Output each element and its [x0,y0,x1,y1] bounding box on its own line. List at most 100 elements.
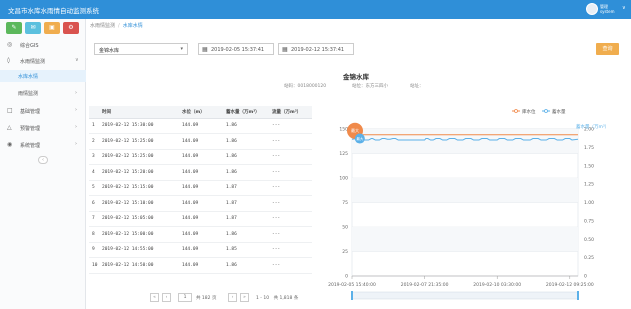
top-header: 文昌市水库水雨情自动监测系统 管理 system ∨ [0,0,631,19]
station-address: 站址： [410,83,424,89]
legend-swatch-dot [544,109,548,113]
sidebar-item-gis[interactable]: ◎ 综合GIS [0,38,86,51]
table-cell: 1.86 [223,133,269,150]
sidebar-collapse-button[interactable]: ‹ [38,156,48,164]
table-cell: 144.09 [179,226,223,243]
x-tick-label: 2019-02-07 21:35:00 [401,282,449,288]
table-cell: --- [269,133,312,150]
table-cell: 1.85 [223,242,269,258]
row-index-cell: 5 [89,180,99,196]
table-cell: 1.86 [223,257,269,274]
column-header[interactable]: 蓄水量（万m³） [223,106,269,119]
sidebar-item-basic[interactable]: □ 基础管理 › [0,104,86,117]
row-index-cell: 7 [89,211,99,227]
x-tick-label: 2019-02-12 09:25:00 [546,282,594,288]
prev-page-button[interactable]: ‹ [162,293,171,302]
app-title: 文昌市水库水雨情自动监测系统 [8,7,99,15]
max-marker-water-level-label: 最大 [351,127,359,133]
first-page-button[interactable]: « [150,293,159,302]
table-row[interactable]: 5 2019-02-12 15:15:00 144.09 1.87 --- [89,180,312,196]
page-number-input[interactable]: 1 [178,293,192,302]
mail-icon[interactable]: ✉ [25,22,41,34]
table-row[interactable]: 4 2019-02-12 15:20:00 144.09 1.86 --- [89,164,312,181]
table-row[interactable]: 2 2019-02-12 15:25:00 144.09 1.86 --- [89,133,312,150]
settings-icon[interactable]: ⚙ [63,22,79,34]
station-select-value: 金锦水库 [99,48,120,54]
table-cell: 2019-02-12 14:50:00 [99,257,179,274]
index-column-header [89,106,99,119]
table-row[interactable]: 9 2019-02-12 14:55:00 144.09 1.85 --- [89,242,312,258]
table-cell: 1.87 [223,211,269,227]
chart-panel: 150 125 100 75 50 25 0 2.00 1.75 1.50 1.25 1.00 0.75… [316,104,624,304]
grid-icon[interactable]: ▣ [44,22,60,34]
y-left-tick-label: 150 [339,127,348,133]
y-right-tick-label: 1.75 [584,145,594,151]
legend-swatch-dot [514,109,518,113]
sidebar: ✎ ✉ ▣ ⚙ ◎ 综合GIS ◊ 水雨情监测 ∨ 水库水情 雨情监测 › □ … [0,19,86,309]
y-left-tick-label: 0 [345,274,348,280]
table-cell: --- [269,195,312,212]
y-right-tick-label: 1.00 [584,200,594,206]
y-left-tick-label: 75 [342,200,348,206]
chevron-right-icon: › [75,141,77,147]
sidebar-subitem-rainfall[interactable]: 雨情监测 › [0,87,86,99]
station-location-label: 站位： [352,84,366,89]
station-location: 站位：东方三四小 [352,83,388,89]
sidebar-item-system[interactable]: ◉ 系统管理 › [0,138,86,151]
sidebar-item-label: 预警管理 [20,126,41,132]
table-row[interactable]: 8 2019-02-12 15:00:00 144.09 1.86 --- [89,226,312,243]
sidebar-subitem-label: 水库水情 [18,74,39,80]
sidebar-subitem-reservoir[interactable]: 水库水情 [0,70,86,82]
user-menu-chevron-icon[interactable]: ∨ [622,5,626,11]
table-cell: 1.87 [223,180,269,196]
caret-down-icon: ▾ [180,46,183,52]
column-header[interactable]: 时间 [99,106,179,119]
date-to-input[interactable]: ▦ 2019-02-12 15:37:41 [278,43,354,55]
table-cell: 2019-02-12 15:05:00 [99,211,179,227]
station-code-value: 0018000120 [297,84,327,89]
user-name[interactable]: 管理 system [600,4,614,14]
table-cell: --- [269,257,312,274]
warning-icon: △ [7,124,12,131]
table-row[interactable]: 1 2019-02-12 15:30:00 144.09 1.86 --- [89,118,312,134]
table-cell: 2019-02-12 15:20:00 [99,164,179,181]
query-button[interactable]: 查询 [596,43,619,55]
sidebar-item-label: 综合GIS [20,43,39,49]
data-table-wrapper: 时间 水位（m） 蓄水量（万m³） 流量（万m³） 1 2019-02-12 15… [89,106,312,274]
sidebar-item-warning[interactable]: △ 预警管理 › [0,121,86,134]
table-cell: 144.09 [179,133,223,150]
table-cell: 144.09 [179,149,223,165]
grid-band [352,178,578,203]
column-header[interactable]: 流量（万m³） [269,106,312,119]
sidebar-item-hydrology[interactable]: ◊ 水雨情监测 ∨ [0,54,86,67]
calendar-icon: ▦ [282,46,288,53]
table-cell: --- [269,180,312,196]
table-row[interactable]: 6 2019-02-12 15:10:00 144.09 1.87 --- [89,195,312,212]
table-cell: 144.09 [179,211,223,227]
legend-label: 库水位 [522,108,536,115]
table-cell: 2019-02-12 15:00:00 [99,226,179,243]
y-right-tick-label: 0 [584,274,587,280]
table-cell: --- [269,118,312,134]
column-header[interactable]: 水位（m） [179,106,223,119]
edit-icon[interactable]: ✎ [6,22,22,34]
table-row[interactable]: 10 2019-02-12 14:50:00 144.09 1.86 --- [89,257,312,274]
sidebar-item-label: 基础管理 [20,109,41,115]
breadcrumb-item[interactable]: 水雨情监测 [90,23,115,29]
table-cell: 144.09 [179,164,223,181]
zoom-slider-handle-left [351,291,353,300]
next-page-button[interactable]: › [228,293,237,302]
row-index-cell: 6 [89,195,99,212]
chevron-right-icon: › [75,124,77,130]
last-page-button[interactable]: » [240,293,249,302]
table-row[interactable]: 3 2019-02-12 15:25:00 144.09 1.86 --- [89,149,312,165]
table-row[interactable]: 7 2019-02-12 15:05:00 144.09 1.87 --- [89,211,312,227]
station-select[interactable]: 金锦水库 ▾ [94,43,188,55]
table-cell: 1.86 [223,226,269,243]
date-from-input[interactable]: ▦ 2019-02-05 15:37:41 [198,43,274,55]
chevron-right-icon: › [75,107,77,113]
y-right-tick-label: 0.25 [584,255,594,261]
grid-band [352,227,578,252]
avatar[interactable] [586,3,598,15]
table-cell: 144.09 [179,180,223,196]
